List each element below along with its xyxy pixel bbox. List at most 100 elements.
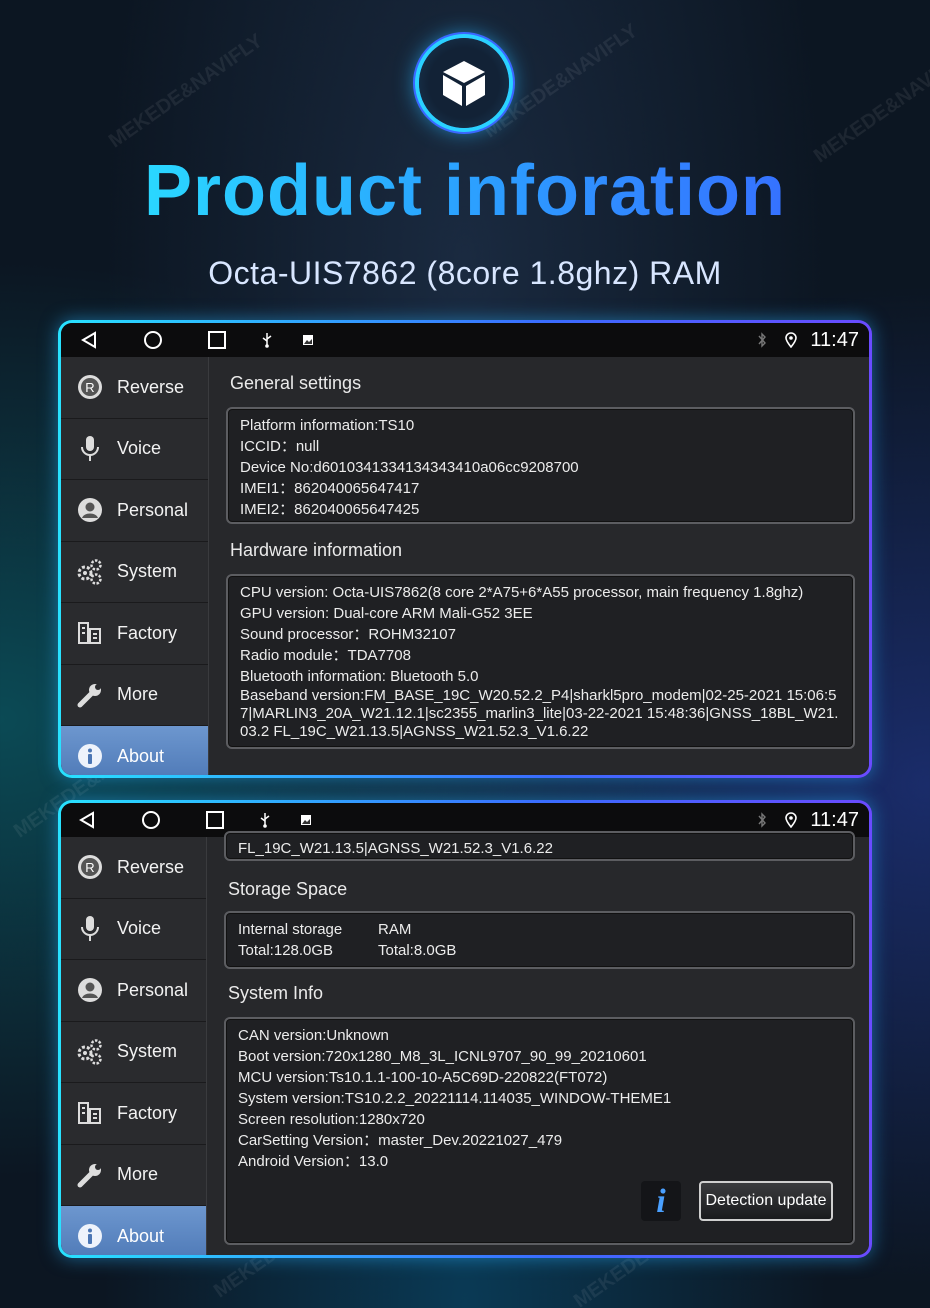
info-line: Radio module：TDA7708 xyxy=(240,647,411,664)
sidebar-item-label: Factory xyxy=(117,622,178,643)
info-line: Bluetooth information: Bluetooth 5.0 xyxy=(240,668,479,685)
info-line: Device No:d6010341334134343410a06cc92087… xyxy=(240,459,579,476)
cube-icon xyxy=(419,38,509,128)
sidebar-item-system[interactable]: System xyxy=(61,1022,206,1083)
sidebar-item-factory[interactable]: Factory xyxy=(61,1083,206,1145)
ram-label: RAM xyxy=(378,921,412,938)
watermark: MEKEDE&NAVIFLY xyxy=(104,29,267,153)
section-title-general: General settings xyxy=(230,373,362,393)
about-content: General settings Platform information:TS… xyxy=(208,357,869,775)
sidebar-item-label: Factory xyxy=(117,1102,178,1123)
section-title-sysinfo: System Info xyxy=(228,983,324,1003)
info-line: Boot version:720x1280_M8_3L_ICNL9707_90_… xyxy=(238,1048,647,1065)
info-line: CarSetting Version：master_Dev.20221027_4… xyxy=(238,1132,563,1149)
info-line: ICCID：null xyxy=(240,438,320,455)
info-icon xyxy=(75,1221,105,1251)
sidebar-item-about[interactable]: About xyxy=(61,726,208,775)
sidebar-item-label: Voice xyxy=(117,918,162,939)
section-title-storage: Storage Space xyxy=(228,879,348,899)
wrench-icon xyxy=(75,1160,105,1190)
internal-storage-total: Total:128.0GB xyxy=(238,942,334,959)
info-line: FL_19C_W21.13.5|AGNSS_W21.52.3_V1.6.22 xyxy=(238,840,553,857)
recents-icon[interactable] xyxy=(203,803,227,837)
info-line: Sound processor：ROHM32107 xyxy=(240,626,456,643)
screen-panel-2: 11:47 R Reverse Voice Personal System Fa… xyxy=(58,800,872,1258)
sidebar-item-about[interactable]: About xyxy=(61,1206,206,1255)
internal-storage-label: Internal storage xyxy=(238,921,343,938)
info-line: IMEI2：862040065647425 xyxy=(240,501,420,518)
svg-text:R: R xyxy=(85,380,94,395)
person-icon xyxy=(75,495,105,525)
location-icon xyxy=(783,323,799,357)
factory-icon xyxy=(75,1098,105,1128)
back-icon[interactable] xyxy=(75,803,99,837)
sidebar-item-reverse[interactable]: R Reverse xyxy=(61,357,208,419)
sidebar-item-label: Personal xyxy=(117,499,189,520)
page-subtitle: Octa-UIS7862 (8core 1.8ghz) RAM xyxy=(208,255,722,291)
person-icon xyxy=(75,975,105,1005)
general-info-box: Platform information:TS10 ICCID：null Dev… xyxy=(226,407,855,524)
sysinfo-box: CAN version:Unknown Boot version:720x128… xyxy=(224,1017,855,1245)
hardware-info-box: CPU version: Octa-UIS7862(8 core 2*A75+6… xyxy=(226,574,855,749)
home-icon[interactable] xyxy=(139,803,163,837)
image-icon xyxy=(301,323,315,357)
reverse-icon: R xyxy=(75,852,105,882)
screen-panel-1: 11:47 R Reverse Voice Personal System Fa… xyxy=(58,320,872,778)
gears-icon xyxy=(75,557,105,587)
gears-icon xyxy=(75,1037,105,1067)
settings-sidebar: R Reverse Voice Personal System Factory xyxy=(61,837,206,1255)
sidebar-item-label: More xyxy=(117,1164,159,1185)
home-icon[interactable] xyxy=(141,323,165,357)
back-icon[interactable] xyxy=(77,323,101,357)
sidebar-item-more[interactable]: More xyxy=(61,1145,206,1206)
info-icon xyxy=(75,741,105,771)
sidebar-item-label: More xyxy=(117,684,159,705)
sidebar-item-label: Reverse xyxy=(117,376,185,397)
sidebar-item-label: Reverse xyxy=(117,856,185,877)
info-line: Screen resolution:1280x720 xyxy=(238,1111,425,1128)
sidebar-item-label: Voice xyxy=(117,438,162,459)
hardware-info-box-remnant: FL_19C_W21.13.5|AGNSS_W21.52.3_V1.6.22 xyxy=(224,831,855,861)
sidebar-item-reverse[interactable]: R Reverse xyxy=(61,837,206,899)
page-title: Product inforation xyxy=(0,150,930,232)
reverse-icon: R xyxy=(75,372,105,402)
ram-total: Total:8.0GB xyxy=(378,942,457,959)
recents-icon[interactable] xyxy=(205,323,229,357)
about-content: FL_19C_W21.13.5|AGNSS_W21.52.3_V1.6.22 S… xyxy=(206,831,869,1255)
info-line: System version:TS10.2.2_20221114.114035_… xyxy=(238,1090,672,1107)
sidebar-item-label: System xyxy=(117,1041,178,1062)
sidebar-item-label: System xyxy=(117,561,178,582)
usb-icon xyxy=(259,323,275,357)
info-line: MCU version:Ts10.1.1-100-10-A5C69D-22082… xyxy=(238,1069,608,1086)
info-button[interactable]: i xyxy=(641,1181,681,1221)
storage-box: Internal storage Total:128.0GB RAM Total… xyxy=(224,911,855,969)
info-line: GPU version: Dual-core ARM Mali-G52 3EE xyxy=(240,605,533,622)
clock: 11:47 xyxy=(810,329,859,351)
sidebar-item-label: Personal xyxy=(117,979,189,1000)
microphone-icon xyxy=(75,914,105,944)
info-line: Platform information:TS10 xyxy=(240,417,415,434)
settings-sidebar: R Reverse Voice Personal System Factory xyxy=(61,357,208,775)
sidebar-item-factory[interactable]: Factory xyxy=(61,603,208,665)
sidebar-item-system[interactable]: System xyxy=(61,542,208,603)
status-bar: 11:47 xyxy=(61,323,869,357)
section-title-hardware: Hardware information xyxy=(230,540,403,560)
sidebar-item-label: About xyxy=(117,1225,165,1246)
sidebar-item-voice[interactable]: Voice xyxy=(61,419,208,480)
bluetooth-icon xyxy=(755,323,769,357)
sidebar-item-voice[interactable]: Voice xyxy=(61,899,206,960)
factory-icon xyxy=(75,618,105,648)
wrench-icon xyxy=(75,680,105,710)
detection-update-button[interactable]: Detection update xyxy=(699,1181,833,1221)
info-line: Android Version：13.0 xyxy=(238,1153,389,1170)
info-line: IMEI1：862040065647417 xyxy=(240,480,420,497)
sidebar-item-personal[interactable]: Personal xyxy=(61,480,208,542)
microphone-icon xyxy=(75,434,105,464)
info-line: CPU version: Octa-UIS7862(8 core 2*A75+6… xyxy=(240,584,804,601)
sidebar-item-personal[interactable]: Personal xyxy=(61,960,206,1022)
sidebar-item-label: About xyxy=(117,745,165,766)
sidebar-item-more[interactable]: More xyxy=(61,665,208,726)
baseband-line: Baseband version:FM_BASE_19C_W20.52.2_P4… xyxy=(240,687,839,740)
info-line: CAN version:Unknown xyxy=(238,1027,389,1044)
svg-text:R: R xyxy=(85,860,94,875)
